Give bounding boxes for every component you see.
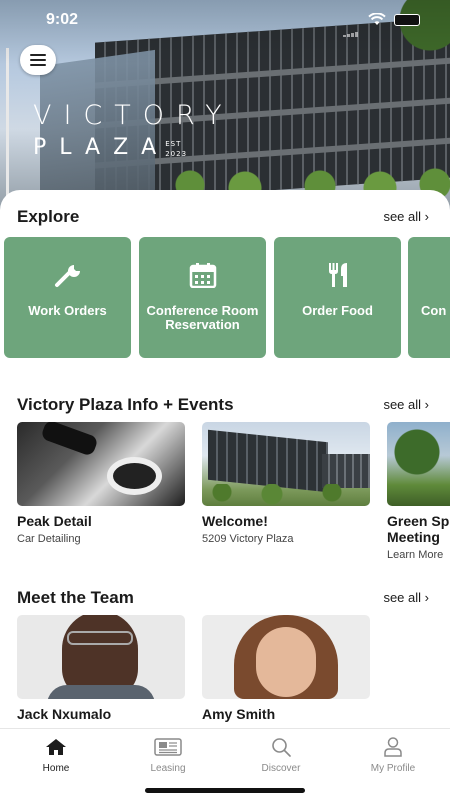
- tile-label: Order Food: [302, 303, 373, 318]
- home-indicator: [145, 788, 305, 793]
- search-icon: [272, 738, 291, 757]
- event-card[interactable]: Welcome! 5209 Victory Plaza: [202, 422, 370, 545]
- newspaper-icon: [154, 738, 182, 756]
- explore-see-all-link[interactable]: see all ›: [383, 209, 429, 224]
- main-content: Explore see all › Work Orders Conference…: [0, 190, 450, 735]
- status-time: 9:02: [46, 11, 79, 28]
- team-title: Meet the Team: [17, 588, 134, 607]
- team-member-card[interactable]: Amy Smith: [202, 615, 370, 722]
- chevron-right-icon: ›: [424, 209, 429, 224]
- car-detailing-image: [17, 422, 185, 506]
- wrench-icon: [54, 265, 80, 287]
- event-card[interactable]: Peak Detail Car Detailing: [17, 422, 185, 545]
- tile-onsite-partial[interactable]: Con Onsi: [408, 237, 450, 358]
- tab-home[interactable]: Home: [16, 737, 96, 774]
- team-see-all-link[interactable]: see all ›: [383, 590, 429, 605]
- status-bar: 9:02: [0, 0, 450, 40]
- tile-work-orders[interactable]: Work Orders: [4, 237, 131, 358]
- person-icon: [384, 737, 402, 757]
- event-subtitle: 5209 Victory Plaza: [202, 533, 294, 545]
- tile-label: Work Orders: [28, 303, 107, 318]
- green-space-image: [387, 422, 450, 506]
- event-title: Peak Detail: [17, 513, 92, 529]
- event-card[interactable]: Green Sp Meeting Learn More: [387, 422, 450, 561]
- tab-my-profile[interactable]: My Profile: [353, 737, 433, 774]
- member-photo: [17, 615, 185, 699]
- member-name: Jack Nxumalo: [17, 706, 112, 722]
- team-member-card[interactable]: Jack Nxumalo: [17, 615, 185, 722]
- tab-label: Leasing: [150, 763, 186, 774]
- member-name: Amy Smith: [202, 706, 276, 722]
- event-title: Welcome!: [202, 513, 268, 529]
- team-header: Meet the Team see all ›: [17, 588, 437, 610]
- tab-leasing[interactable]: Leasing: [128, 737, 208, 774]
- event-title: Green Sp Meeting: [387, 513, 450, 545]
- tab-discover[interactable]: Discover: [241, 737, 321, 774]
- tab-label: Discover: [261, 763, 301, 774]
- logo-line1: VICTORY: [33, 100, 234, 131]
- app-screen: 9:02 VICTORY PLAZA EST 2023 Explore see …: [0, 0, 450, 800]
- tab-label: My Profile: [370, 763, 416, 774]
- tab-label: Home: [42, 763, 70, 774]
- info-title: Victory Plaza Info + Events: [17, 395, 234, 414]
- wifi-icon: [368, 13, 386, 25]
- building-photo-image: [202, 422, 370, 506]
- tile-conference-room[interactable]: Conference Room Reservation: [139, 237, 266, 358]
- home-icon: [46, 739, 66, 755]
- explore-header: Explore see all ›: [17, 207, 437, 229]
- info-header: Victory Plaza Info + Events see all ›: [17, 395, 437, 417]
- event-link[interactable]: Learn More: [387, 549, 450, 561]
- logo-est-year: 2023: [165, 150, 188, 158]
- event-subtitle: Car Detailing: [17, 533, 81, 545]
- chevron-right-icon: ›: [424, 397, 429, 412]
- tile-order-food[interactable]: Order Food: [274, 237, 401, 358]
- victory-plaza-logo: VICTORY PLAZA EST 2023: [33, 100, 234, 160]
- battery-icon: [394, 14, 420, 26]
- tile-label: Con Onsi: [421, 303, 450, 318]
- calendar-icon: [189, 263, 216, 288]
- hamburger-icon: [30, 54, 46, 56]
- fork-knife-icon: [328, 263, 347, 287]
- member-photo: [202, 615, 370, 699]
- logo-line2: PLAZA: [33, 135, 170, 160]
- chevron-right-icon: ›: [424, 590, 429, 605]
- info-see-all-link[interactable]: see all ›: [383, 397, 429, 412]
- tile-label: Conference Room Reservation: [146, 303, 259, 332]
- signal-icon: [343, 19, 359, 37]
- explore-title: Explore: [17, 207, 80, 226]
- logo-est-label: EST: [165, 140, 182, 148]
- menu-button[interactable]: [20, 45, 56, 75]
